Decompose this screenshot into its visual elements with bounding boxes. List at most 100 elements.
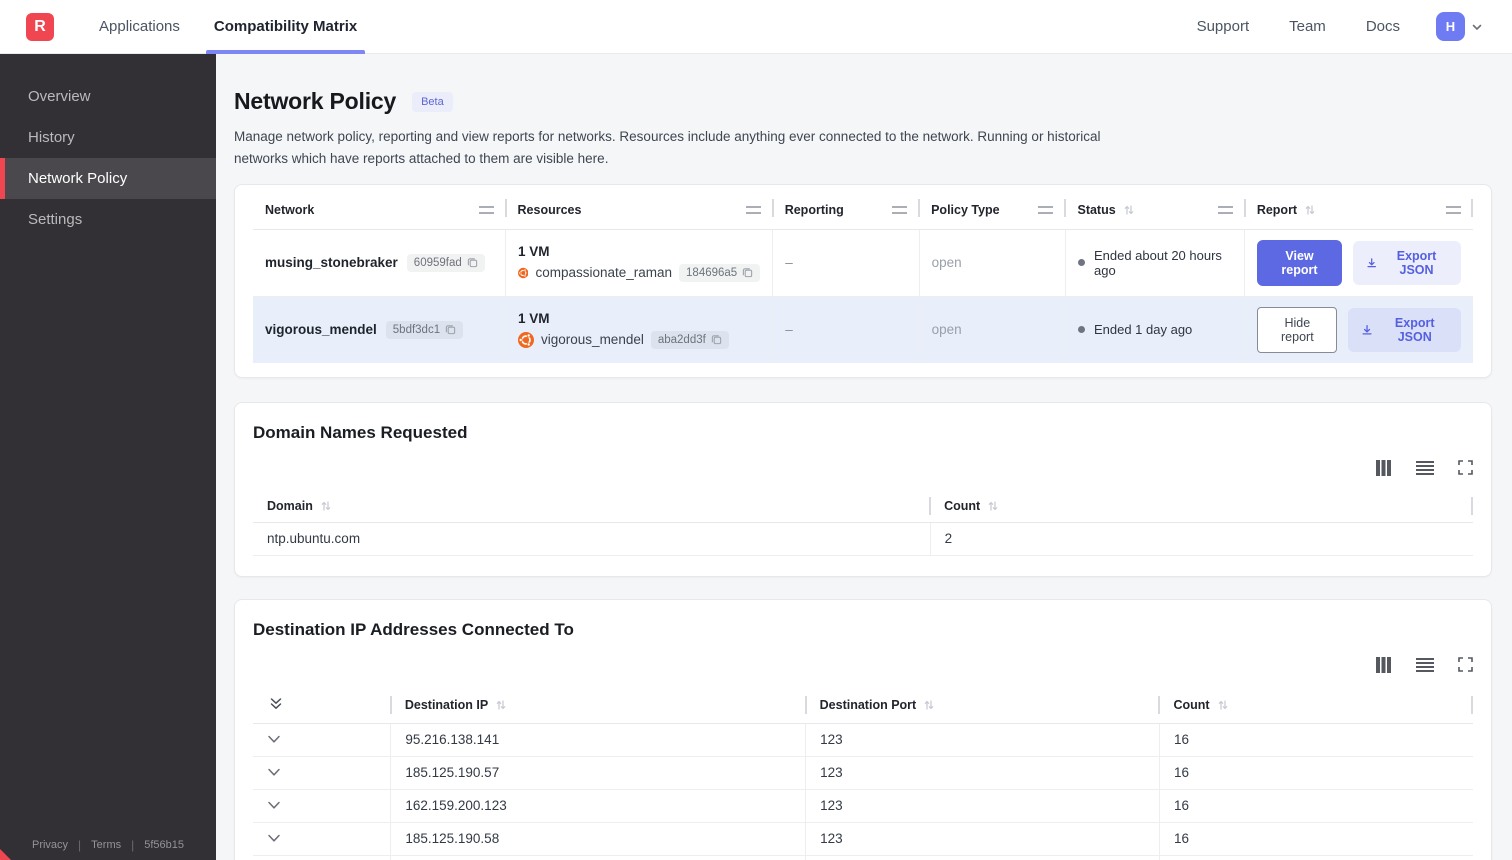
- column-header-policy-type[interactable]: Policy Type: [919, 186, 1066, 230]
- corner-accent: [0, 849, 11, 860]
- sidebar-item-settings[interactable]: Settings: [0, 199, 216, 240]
- column-header-count[interactable]: Count: [1159, 687, 1473, 724]
- copy-icon[interactable]: [742, 267, 753, 278]
- status-text: Ended 1 day ago: [1093, 322, 1193, 338]
- drag-handle-icon[interactable]: [892, 205, 908, 214]
- copy-icon[interactable]: [467, 257, 478, 268]
- drag-handle-icon[interactable]: [478, 205, 494, 214]
- hide-report-button[interactable]: Hide report: [1257, 306, 1338, 353]
- count-value: 16: [1158, 822, 1473, 856]
- drag-handle-icon[interactable]: [1038, 205, 1054, 214]
- sort-icon[interactable]: [923, 699, 935, 711]
- count-value: 16: [1158, 789, 1473, 823]
- nav-link-team[interactable]: Team: [1289, 18, 1326, 35]
- column-header-domain[interactable]: Domain: [253, 490, 931, 523]
- column-label: Status: [1077, 202, 1116, 217]
- drag-handle-icon[interactable]: [1446, 205, 1461, 214]
- count-value: 16: [1158, 723, 1473, 757]
- card-title: Destination IP Addresses Connected To: [253, 619, 574, 639]
- column-header-status[interactable]: Status: [1065, 186, 1245, 230]
- sort-icon[interactable]: [1304, 204, 1316, 216]
- port-value: 123: [805, 822, 1160, 856]
- divider: |: [78, 838, 82, 852]
- vm-count: 1 VM: [518, 310, 550, 326]
- port-value: 123: [805, 756, 1160, 790]
- column-header-reporting[interactable]: Reporting: [772, 186, 920, 230]
- network-id-badge: 5bdf3dc1: [385, 320, 464, 339]
- double-chevron-icon[interactable]: [269, 696, 283, 711]
- expand-all-header[interactable]: [253, 687, 391, 724]
- network-id-badge: 60959fad: [406, 253, 485, 272]
- chevron-down-icon[interactable]: [267, 801, 281, 810]
- ubuntu-icon: [518, 331, 535, 348]
- drag-handle-icon[interactable]: [745, 205, 761, 214]
- main-content: Network Policy Beta Manage network polic…: [216, 54, 1512, 860]
- resource-name: vigorous_mendel: [541, 332, 644, 348]
- count-value: 16: [1158, 756, 1473, 790]
- nav-link-support[interactable]: Support: [1197, 18, 1250, 35]
- app-logo[interactable]: R: [26, 12, 54, 41]
- column-header-destination-ip[interactable]: Destination IP: [390, 687, 806, 724]
- network-row: musing_stonebraker 60959fad 1 VM compass…: [253, 229, 1473, 297]
- terms-link[interactable]: Terms: [91, 839, 121, 851]
- chevron-down-icon[interactable]: [267, 768, 281, 777]
- column-label: Report: [1256, 202, 1298, 217]
- policy-type-value: open: [918, 229, 1066, 297]
- columns-icon[interactable]: [1375, 656, 1392, 673]
- copy-icon[interactable]: [711, 334, 722, 345]
- drag-handle-icon[interactable]: [1217, 205, 1233, 214]
- chevron-down-icon[interactable]: [267, 834, 281, 843]
- sort-icon[interactable]: [987, 500, 999, 512]
- view-report-button[interactable]: View report: [1257, 239, 1342, 286]
- sidebar: Overview History Network Policy Settings…: [0, 54, 216, 860]
- ubuntu-icon: [518, 267, 529, 278]
- sort-icon[interactable]: [1217, 699, 1229, 711]
- column-header-network[interactable]: Network: [253, 186, 506, 230]
- tab-applications[interactable]: Applications: [91, 0, 188, 54]
- ip-row: 95.216.138.141 123 16: [253, 723, 1473, 757]
- nav-link-docs[interactable]: Docs: [1366, 18, 1400, 35]
- column-header-destination-port[interactable]: Destination Port: [805, 687, 1160, 724]
- copy-icon[interactable]: [445, 324, 456, 335]
- port-value: 123: [805, 789, 1160, 823]
- rows-icon[interactable]: [1416, 657, 1434, 673]
- avatar[interactable]: H: [1436, 12, 1465, 41]
- ip-value: 95.216.100.21: [390, 855, 806, 860]
- tab-compatibility-matrix[interactable]: Compatibility Matrix: [205, 0, 366, 54]
- card-title: Domain Names Requested: [253, 422, 468, 442]
- expand-icon[interactable]: [1458, 657, 1473, 672]
- columns-icon[interactable]: [1375, 459, 1392, 476]
- sort-icon[interactable]: [1123, 204, 1135, 216]
- sidebar-footer: Privacy | Terms | 5f56b15: [0, 838, 216, 852]
- column-label: Resources: [517, 202, 582, 217]
- status-dot: [1077, 259, 1085, 267]
- column-header-report[interactable]: Report: [1244, 186, 1473, 230]
- privacy-link[interactable]: Privacy: [32, 839, 68, 851]
- domain-row: ntp.ubuntu.com 2: [253, 522, 1473, 556]
- ip-value: 95.216.138.141: [390, 723, 806, 757]
- status-text: Ended about 20 hours ago: [1093, 247, 1222, 278]
- count-value: 16: [1158, 855, 1473, 860]
- expand-icon[interactable]: [1458, 460, 1473, 475]
- rows-icon[interactable]: [1416, 460, 1434, 476]
- column-header-count[interactable]: Count: [930, 490, 1473, 523]
- sidebar-item-network-policy[interactable]: Network Policy: [0, 158, 216, 199]
- sidebar-item-overview[interactable]: Overview: [0, 76, 216, 117]
- column-header-resources[interactable]: Resources: [505, 186, 773, 230]
- table-toolbar: [253, 459, 1473, 477]
- chevron-down-icon[interactable]: [267, 735, 281, 744]
- export-json-button[interactable]: Export JSON: [1348, 307, 1461, 352]
- primary-tabs: Applications Compatibility Matrix: [91, 0, 383, 54]
- user-menu[interactable]: H: [1436, 12, 1484, 41]
- ip-row: 185.125.190.57 123 16: [253, 756, 1473, 790]
- column-label: Count: [944, 498, 981, 513]
- network-name: musing_stonebraker: [265, 255, 398, 271]
- download-icon: [1362, 324, 1372, 335]
- sort-icon[interactable]: [495, 699, 507, 711]
- sidebar-item-history[interactable]: History: [0, 117, 216, 158]
- export-json-button[interactable]: Export JSON: [1352, 240, 1461, 285]
- beta-badge: Beta: [412, 91, 453, 112]
- sort-icon[interactable]: [320, 500, 332, 512]
- domain-names-card: Domain Names Requested Domain Count ntp.…: [234, 401, 1492, 577]
- destination-ips-card: Destination IP Addresses Connected To De…: [234, 598, 1492, 860]
